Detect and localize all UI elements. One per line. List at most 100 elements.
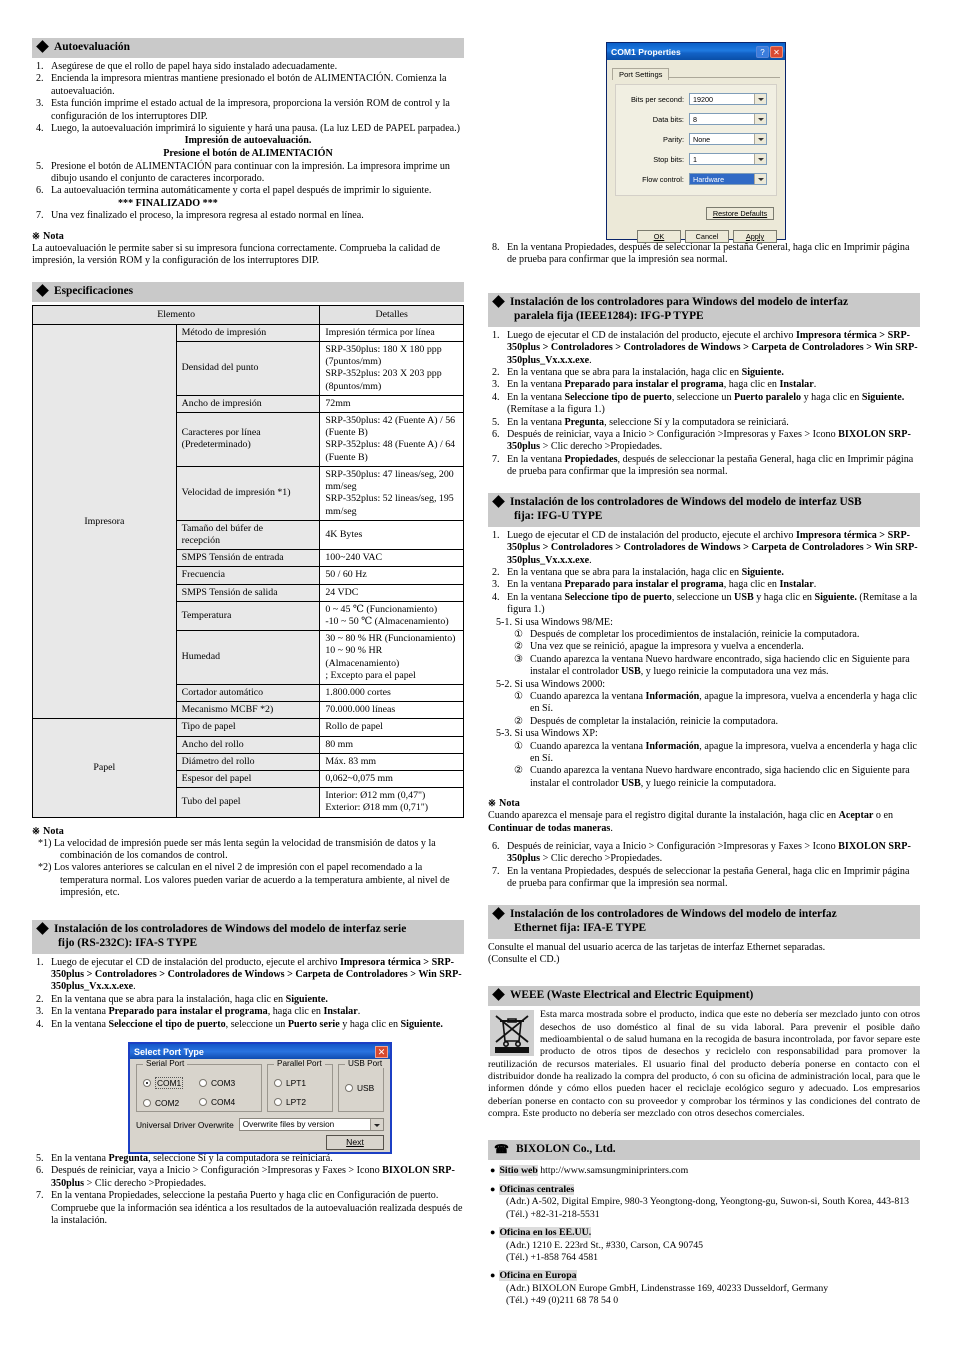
printout-line-2: Presione el botón de ALIMENTACIÓN xyxy=(163,148,333,160)
detail-cell: Interior: Ø12 mm (0,47") Exterior: Ø18 mm… xyxy=(319,787,464,818)
list-item: 6. Después de reiniciar, vaya a Inicio > … xyxy=(36,1165,464,1190)
dialog-title: COM1 Properties xyxy=(611,46,681,57)
field-label: Stop bits: xyxy=(653,154,684,164)
overwrite-select[interactable]: Overwrite files by version xyxy=(238,1118,384,1131)
help-icon[interactable]: ? xyxy=(756,45,769,58)
office-label: Oficina en los EE.UU. xyxy=(499,1226,592,1238)
bits-per-second-select[interactable]: 19200 xyxy=(689,93,767,105)
office-detail: (Tél.) +1-858 764 4581 xyxy=(506,1251,599,1263)
telephone-icon: ☎ xyxy=(494,1142,509,1157)
detail-cell: SRP-350plus: 47 lineas/seg, 200 mm/seg SR… xyxy=(319,465,464,521)
field-data-bits: Data bits: 8 xyxy=(622,113,770,125)
detail-cell: Máx. 83 mm xyxy=(319,752,464,771)
step-number: 7. xyxy=(36,210,44,222)
chevron-down-icon[interactable] xyxy=(754,174,766,184)
list-item: 1. Asegúrese de que el rollo de papel hay… xyxy=(36,61,464,73)
step-number: 8. xyxy=(492,242,500,253)
chevron-down-icon[interactable] xyxy=(754,134,766,144)
close-icon[interactable]: ✕ xyxy=(375,1045,388,1058)
step-number: 2. xyxy=(492,367,500,379)
self-test-steps-3: 7. Una vez finalizado el proceso, la impr… xyxy=(32,210,464,222)
sub-step: ② Cuando aparezca la ventana Nuevo hardwa… xyxy=(514,765,920,790)
step-text: En la ventana Seleccione tipo de puerto,… xyxy=(507,591,918,616)
office-label-line: ● Oficina en los EE.UU. xyxy=(490,1226,920,1240)
section-title: Autoevaluación xyxy=(54,41,130,53)
section-title-line1: Instalación de los controladores de Wind… xyxy=(54,922,407,935)
radio-com1[interactable]: COM1 xyxy=(143,1077,184,1089)
office-label: Oficina en Europa xyxy=(499,1270,577,1282)
data-bits-select[interactable]: 8 xyxy=(689,113,767,125)
website-label: Sitio web xyxy=(499,1165,538,1177)
sub-step: ② Una vez que se reinició, apague la impr… xyxy=(514,641,920,653)
stop-bits-select[interactable]: 1 xyxy=(689,153,767,165)
dialog-titlebar: Select Port Type ✕ xyxy=(130,1044,390,1059)
detail-cell: 1.800.000 cortes xyxy=(319,683,464,703)
step-number: 6. xyxy=(36,185,44,197)
com1-properties-dialog[interactable]: COM1 Properties ? ✕ Port Settings Bits p… xyxy=(606,42,786,243)
step-text: En la ventana Pregunta, seleccione Sí y … xyxy=(507,416,789,428)
step-number: 2. xyxy=(36,993,44,1005)
weee-text: Esta marca mostrada sobre el producto, i… xyxy=(488,1009,920,1119)
sub-step: ① Cuando aparezca la ventana Información,… xyxy=(514,741,920,766)
radio-com2[interactable]: COM2 xyxy=(143,1098,179,1108)
section-title: BIXOLON Co., Ltd. xyxy=(515,1143,616,1156)
flow-control-select[interactable]: Hardware xyxy=(689,173,767,185)
next-button[interactable]: Next xyxy=(326,1135,384,1150)
item-cell: SMPS Tensión de salida xyxy=(175,583,321,602)
list-item: 6. La autoevaluación termina automáticame… xyxy=(36,185,464,197)
diamond-bullet-icon xyxy=(492,988,505,1002)
step-text: Luego, la autoevaluación imprimirá lo si… xyxy=(51,123,461,135)
detail-cell: SRP-350plus: 42 (Fuente A) / 56 (Fuente … xyxy=(319,412,464,467)
diamond-bullet-icon xyxy=(492,906,505,920)
sub-step-text: Cuando aparezca la ventana Nuevo hardwar… xyxy=(530,653,910,678)
step-text: En la ventana que se abra para la instal… xyxy=(507,367,784,379)
chevron-down-icon[interactable] xyxy=(754,114,766,124)
field-label: Bits per second: xyxy=(631,94,684,104)
group-label-usb: USB Port xyxy=(345,1059,386,1068)
step-text: En la ventana que se abra para la instal… xyxy=(51,993,328,1005)
website-line: ● Sitio web http://www.samsungminiprinter… xyxy=(490,1164,920,1178)
manual-page: Autoevaluación 1. Asegúrese de que el rol… xyxy=(0,0,954,1350)
step-number: 4. xyxy=(36,1018,44,1030)
website-value[interactable]: http://www.samsungminiprinters.com xyxy=(540,1165,688,1176)
item-cell: Tubo del papel xyxy=(175,787,321,818)
list-item: 8. En la ventana Propiedades, después de … xyxy=(492,242,920,267)
list-item: 7. Una vez finalizado el proceso, la impr… xyxy=(36,210,464,222)
detail-cell: 72mm xyxy=(319,394,464,414)
group-label-parallel: Parallel Port xyxy=(274,1059,325,1068)
step-text: En la ventana Seleccione tipo de puerto,… xyxy=(507,391,905,416)
os-block-title: 5-2. Si usa Windows 2000: xyxy=(496,678,606,690)
radio-lpt1[interactable]: LPT1 xyxy=(274,1078,306,1088)
select-port-type-dialog[interactable]: Select Port Type ✕ Serial Port COM1 COM2 xyxy=(128,1042,392,1154)
printout-line-1: Impresión de autoevaluación. xyxy=(184,135,312,147)
circled-number: ② xyxy=(514,715,524,727)
section-title: WEEE (Waste Electrical and Electric Equi… xyxy=(510,989,754,1002)
bullet-icon: ● xyxy=(490,1165,496,1176)
section-title-line1: Instalación de los controladores de Wind… xyxy=(510,495,862,508)
radio-com3[interactable]: COM3 xyxy=(199,1078,235,1088)
step-number: 3. xyxy=(36,98,44,110)
chevron-down-icon[interactable] xyxy=(370,1119,383,1130)
step-number: 1. xyxy=(492,529,500,541)
restore-defaults-button[interactable]: Restore Defaults xyxy=(706,207,774,220)
overwrite-value: Overwrite files by version xyxy=(242,1120,335,1129)
office-detail: (Adr.) A-502, Digital Empire, 980-3 Yeon… xyxy=(506,1196,910,1208)
parity-select[interactable]: None xyxy=(689,133,767,145)
specifications-table: Elemento Detalles Impresora Método de imp… xyxy=(31,304,464,818)
list-item: 7. En la ventana Propiedades, seleccione … xyxy=(36,1190,464,1227)
item-cell: Velocidad de impresión *1) xyxy=(175,465,321,521)
detail-cell: 0,062~0,075 mm xyxy=(319,769,464,789)
close-icon[interactable]: ✕ xyxy=(770,45,783,58)
tab-port-settings[interactable]: Port Settings xyxy=(612,68,670,80)
radio-usb[interactable]: USB xyxy=(345,1083,374,1093)
step-number: 3. xyxy=(492,379,500,391)
step-number: 7. xyxy=(492,865,500,877)
chevron-down-icon[interactable] xyxy=(754,94,766,104)
list-item: 3. En la ventana Preparado para instalar … xyxy=(492,379,920,391)
step-number: 6. xyxy=(492,429,500,441)
specs-note-heading: ※ Nota xyxy=(32,825,64,837)
radio-com4[interactable]: COM4 xyxy=(199,1097,235,1107)
step-number: 2. xyxy=(492,566,500,578)
chevron-down-icon[interactable] xyxy=(754,154,766,164)
radio-lpt2[interactable]: LPT2 xyxy=(274,1097,306,1107)
